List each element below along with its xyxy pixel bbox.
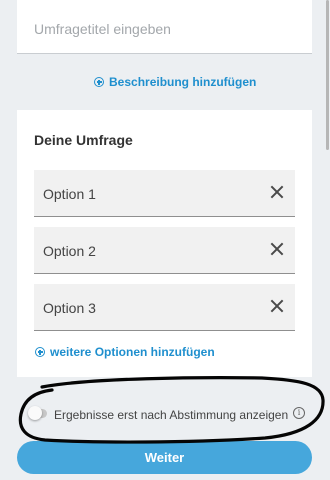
info-icon[interactable]: i [293,407,305,419]
option-row[interactable]: Option 1 [34,170,295,217]
survey-card: Deine Umfrage Option 1 Option 2 Option 3… [17,110,312,377]
add-more-options-label: weitere Optionen hinzufügen [50,345,215,359]
toggle-knob [28,406,42,420]
close-icon[interactable] [270,242,284,256]
results-toggle-label: Ergebnisse erst nach Abstimmung anzeigen [54,408,289,422]
continue-button[interactable]: Weiter [17,441,312,474]
plus-circle-icon [35,347,45,357]
close-icon[interactable] [270,185,284,199]
option-label: Option 3 [43,300,96,316]
option-label: Option 1 [43,186,96,202]
close-icon[interactable] [270,299,284,313]
add-description-link[interactable]: Beschreibung hinzufügen [94,75,256,89]
add-more-options-link[interactable]: weitere Optionen hinzufügen [35,345,215,359]
option-row[interactable]: Option 2 [34,227,295,274]
survey-heading: Deine Umfrage [34,132,133,148]
option-row[interactable]: Option 3 [34,284,295,331]
survey-title-card [17,0,312,54]
add-description-label: Beschreibung hinzufügen [109,75,257,89]
plus-circle-icon [94,77,104,87]
scrollbar[interactable] [326,0,329,150]
option-label: Option 2 [43,243,96,259]
results-toggle[interactable] [28,406,47,420]
survey-title-input[interactable] [34,21,294,37]
